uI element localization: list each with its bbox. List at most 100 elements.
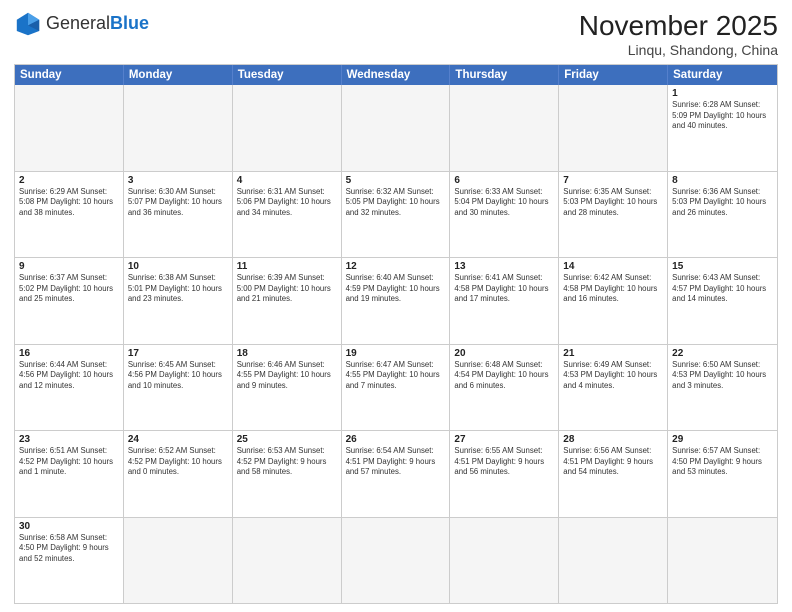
cal-cell: 16Sunrise: 6:44 AM Sunset: 4:56 PM Dayli… [15, 345, 124, 431]
cal-header-tuesday: Tuesday [233, 65, 342, 85]
day-info: Sunrise: 6:49 AM Sunset: 4:53 PM Dayligh… [563, 360, 663, 392]
day-info: Sunrise: 6:30 AM Sunset: 5:07 PM Dayligh… [128, 187, 228, 219]
day-number: 15 [672, 261, 773, 272]
day-info: Sunrise: 6:43 AM Sunset: 4:57 PM Dayligh… [672, 273, 773, 305]
cal-cell: 3Sunrise: 6:30 AM Sunset: 5:07 PM Daylig… [124, 172, 233, 258]
cal-cell: 17Sunrise: 6:45 AM Sunset: 4:56 PM Dayli… [124, 345, 233, 431]
day-info: Sunrise: 6:45 AM Sunset: 4:56 PM Dayligh… [128, 360, 228, 392]
day-number: 22 [672, 348, 773, 359]
cal-cell [450, 518, 559, 604]
day-number: 11 [237, 261, 337, 272]
day-info: Sunrise: 6:29 AM Sunset: 5:08 PM Dayligh… [19, 187, 119, 219]
day-info: Sunrise: 6:33 AM Sunset: 5:04 PM Dayligh… [454, 187, 554, 219]
day-info: Sunrise: 6:46 AM Sunset: 4:55 PM Dayligh… [237, 360, 337, 392]
cal-cell: 8Sunrise: 6:36 AM Sunset: 5:03 PM Daylig… [668, 172, 777, 258]
cal-cell: 22Sunrise: 6:50 AM Sunset: 4:53 PM Dayli… [668, 345, 777, 431]
day-info: Sunrise: 6:53 AM Sunset: 4:52 PM Dayligh… [237, 446, 337, 478]
cal-cell: 4Sunrise: 6:31 AM Sunset: 5:06 PM Daylig… [233, 172, 342, 258]
day-info: Sunrise: 6:32 AM Sunset: 5:05 PM Dayligh… [346, 187, 446, 219]
day-info: Sunrise: 6:58 AM Sunset: 4:50 PM Dayligh… [19, 533, 119, 565]
day-number: 14 [563, 261, 663, 272]
cal-cell: 21Sunrise: 6:49 AM Sunset: 4:53 PM Dayli… [559, 345, 668, 431]
cal-cell [342, 85, 451, 171]
cal-cell: 14Sunrise: 6:42 AM Sunset: 4:58 PM Dayli… [559, 258, 668, 344]
cal-header-monday: Monday [124, 65, 233, 85]
day-number: 19 [346, 348, 446, 359]
cal-cell: 11Sunrise: 6:39 AM Sunset: 5:00 PM Dayli… [233, 258, 342, 344]
cal-cell [15, 85, 124, 171]
day-info: Sunrise: 6:41 AM Sunset: 4:58 PM Dayligh… [454, 273, 554, 305]
day-number: 20 [454, 348, 554, 359]
cal-cell [559, 85, 668, 171]
day-info: Sunrise: 6:51 AM Sunset: 4:52 PM Dayligh… [19, 446, 119, 478]
cal-cell: 1Sunrise: 6:28 AM Sunset: 5:09 PM Daylig… [668, 85, 777, 171]
cal-cell [124, 518, 233, 604]
cal-header-sunday: Sunday [15, 65, 124, 85]
day-number: 12 [346, 261, 446, 272]
day-info: Sunrise: 6:38 AM Sunset: 5:01 PM Dayligh… [128, 273, 228, 305]
day-number: 26 [346, 434, 446, 445]
cal-cell [559, 518, 668, 604]
cal-week-2: 9Sunrise: 6:37 AM Sunset: 5:02 PM Daylig… [15, 258, 777, 345]
cal-cell: 10Sunrise: 6:38 AM Sunset: 5:01 PM Dayli… [124, 258, 233, 344]
day-info: Sunrise: 6:44 AM Sunset: 4:56 PM Dayligh… [19, 360, 119, 392]
day-info: Sunrise: 6:31 AM Sunset: 5:06 PM Dayligh… [237, 187, 337, 219]
day-info: Sunrise: 6:36 AM Sunset: 5:03 PM Dayligh… [672, 187, 773, 219]
day-info: Sunrise: 6:57 AM Sunset: 4:50 PM Dayligh… [672, 446, 773, 478]
logo-text: GeneralBlue [46, 14, 149, 34]
logo-blue: Blue [110, 13, 149, 33]
day-info: Sunrise: 6:40 AM Sunset: 4:59 PM Dayligh… [346, 273, 446, 305]
day-number: 10 [128, 261, 228, 272]
generalblue-logo-icon [14, 10, 42, 38]
day-number: 24 [128, 434, 228, 445]
day-number: 8 [672, 175, 773, 186]
cal-cell [668, 518, 777, 604]
day-number: 18 [237, 348, 337, 359]
day-number: 5 [346, 175, 446, 186]
cal-cell: 20Sunrise: 6:48 AM Sunset: 4:54 PM Dayli… [450, 345, 559, 431]
day-number: 2 [19, 175, 119, 186]
day-info: Sunrise: 6:54 AM Sunset: 4:51 PM Dayligh… [346, 446, 446, 478]
cal-cell: 26Sunrise: 6:54 AM Sunset: 4:51 PM Dayli… [342, 431, 451, 517]
calendar-header-row: SundayMondayTuesdayWednesdayThursdayFrid… [15, 65, 777, 85]
cal-cell: 23Sunrise: 6:51 AM Sunset: 4:52 PM Dayli… [15, 431, 124, 517]
day-number: 13 [454, 261, 554, 272]
day-info: Sunrise: 6:48 AM Sunset: 4:54 PM Dayligh… [454, 360, 554, 392]
day-number: 7 [563, 175, 663, 186]
calendar: SundayMondayTuesdayWednesdayThursdayFrid… [14, 64, 778, 604]
day-number: 30 [19, 521, 119, 532]
calendar-body: 1Sunrise: 6:28 AM Sunset: 5:09 PM Daylig… [15, 85, 777, 603]
day-number: 23 [19, 434, 119, 445]
day-number: 3 [128, 175, 228, 186]
day-info: Sunrise: 6:56 AM Sunset: 4:51 PM Dayligh… [563, 446, 663, 478]
cal-header-wednesday: Wednesday [342, 65, 451, 85]
day-info: Sunrise: 6:50 AM Sunset: 4:53 PM Dayligh… [672, 360, 773, 392]
cal-cell [450, 85, 559, 171]
cal-cell [233, 518, 342, 604]
day-info: Sunrise: 6:35 AM Sunset: 5:03 PM Dayligh… [563, 187, 663, 219]
day-number: 28 [563, 434, 663, 445]
logo: GeneralBlue [14, 10, 149, 38]
day-info: Sunrise: 6:55 AM Sunset: 4:51 PM Dayligh… [454, 446, 554, 478]
day-number: 21 [563, 348, 663, 359]
header: GeneralBlue November 2025 Linqu, Shandon… [14, 10, 778, 58]
cal-week-5: 30Sunrise: 6:58 AM Sunset: 4:50 PM Dayli… [15, 518, 777, 604]
day-info: Sunrise: 6:47 AM Sunset: 4:55 PM Dayligh… [346, 360, 446, 392]
cal-week-4: 23Sunrise: 6:51 AM Sunset: 4:52 PM Dayli… [15, 431, 777, 518]
cal-cell: 9Sunrise: 6:37 AM Sunset: 5:02 PM Daylig… [15, 258, 124, 344]
cal-header-friday: Friday [559, 65, 668, 85]
day-info: Sunrise: 6:37 AM Sunset: 5:02 PM Dayligh… [19, 273, 119, 305]
cal-cell: 6Sunrise: 6:33 AM Sunset: 5:04 PM Daylig… [450, 172, 559, 258]
cal-cell: 5Sunrise: 6:32 AM Sunset: 5:05 PM Daylig… [342, 172, 451, 258]
logo-general: General [46, 13, 110, 33]
day-number: 16 [19, 348, 119, 359]
cal-cell: 13Sunrise: 6:41 AM Sunset: 4:58 PM Dayli… [450, 258, 559, 344]
day-number: 27 [454, 434, 554, 445]
month-year: November 2025 [579, 10, 778, 42]
day-number: 1 [672, 88, 773, 99]
day-info: Sunrise: 6:52 AM Sunset: 4:52 PM Dayligh… [128, 446, 228, 478]
day-number: 25 [237, 434, 337, 445]
cal-week-0: 1Sunrise: 6:28 AM Sunset: 5:09 PM Daylig… [15, 85, 777, 172]
cal-cell: 2Sunrise: 6:29 AM Sunset: 5:08 PM Daylig… [15, 172, 124, 258]
cal-header-thursday: Thursday [450, 65, 559, 85]
